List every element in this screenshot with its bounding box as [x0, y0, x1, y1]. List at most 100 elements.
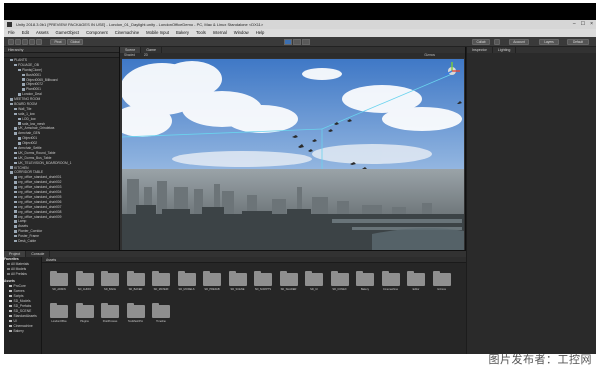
asset-folder-label: SD_MATERI	[153, 288, 169, 291]
menu-edit[interactable]: Edit	[22, 29, 29, 37]
asset-folder-tile[interactable]: SD_SCENE	[227, 269, 249, 297]
close-icon[interactable]: ×	[590, 21, 593, 28]
menu-assets[interactable]: Assets	[36, 29, 49, 37]
minimize-icon[interactable]: –	[573, 21, 576, 28]
gameobject-icon	[22, 73, 25, 77]
menu-gameobject[interactable]: GameObject	[56, 29, 80, 37]
layers-dropdown[interactable]: Layers	[539, 39, 559, 45]
menu-tools[interactable]: Tools	[196, 29, 206, 37]
unity-logo-icon	[7, 22, 12, 27]
menu-component[interactable]: Component	[86, 29, 108, 37]
move-tool-icon[interactable]	[15, 39, 21, 45]
asset-folder-tile[interactable]: SD_MATERI	[150, 269, 172, 297]
gameobject-icon	[14, 239, 17, 243]
asset-folder-tile[interactable]: Gizmos	[431, 269, 453, 297]
asset-folder-tile[interactable]: SD_ADMIN	[48, 269, 70, 297]
asset-folder-tile[interactable]: Editor	[405, 269, 427, 297]
asset-folder-tile[interactable]: SD_CONEX	[329, 269, 351, 297]
asset-folder-tile[interactable]: SD_MODELS	[176, 269, 198, 297]
menu-file[interactable]: File	[8, 29, 15, 37]
hierarchy-item[interactable]: Desk_Cable	[4, 239, 119, 244]
hierarchy-item-label: Object001	[22, 136, 38, 141]
asset-folder-label: LondonOffice	[51, 320, 67, 323]
menu-bakery[interactable]: Bakery	[176, 29, 189, 37]
window-title: Unity 2018.3.0b1 [PREVIEW PACKAGES IN US…	[16, 22, 264, 27]
folder-icon	[101, 271, 119, 286]
gameobject-icon	[18, 122, 21, 125]
gameobject-icon	[14, 210, 17, 214]
folder-icon	[126, 303, 145, 318]
folder-icon	[101, 303, 119, 318]
rect-tool-icon[interactable]	[36, 39, 42, 45]
maximize-icon[interactable]: ☐	[581, 21, 585, 28]
window-controls: – ☐ ×	[573, 21, 593, 28]
asset-folder-tile[interactable]: Cinemachine	[380, 269, 402, 297]
asset-folder-tile[interactable]: PostProcess	[99, 301, 121, 329]
hierarchy-item-label: Desk_Cable	[18, 238, 37, 243]
asset-folder-tile[interactable]: SD_SHADER	[278, 269, 300, 297]
layout-dropdown[interactable]: Default	[567, 39, 589, 45]
gameobject-icon	[22, 83, 25, 86]
2d-toggle[interactable]: 2D	[144, 53, 148, 57]
folder-tree-label: SD_Models	[13, 299, 31, 303]
folder-icon	[9, 324, 12, 328]
menu-window[interactable]: Window	[234, 29, 249, 37]
cloud-icon[interactable]	[494, 39, 500, 45]
menu-help[interactable]: Help	[256, 29, 265, 37]
gameobject-icon	[14, 230, 17, 233]
folder-tree-label: SD_SCENE	[13, 309, 32, 313]
asset-folder-label: SD_PREFAB	[204, 288, 220, 291]
pivot-toggle[interactable]: Pivot	[50, 39, 66, 45]
asset-folder-label: SD_ADMIN	[52, 288, 66, 291]
asset-folder-tile[interactable]: SD_PREFAB	[201, 269, 223, 297]
shading-mode-dropdown[interactable]: Shaded	[124, 53, 135, 57]
tab-inspector[interactable]: Inspector	[467, 47, 493, 53]
gameobject-icon	[14, 63, 17, 67]
account-dropdown[interactable]: Account	[509, 39, 529, 45]
gameobject-icon	[10, 102, 13, 106]
asset-breadcrumb[interactable]: Assets	[42, 257, 466, 263]
scene-viewport[interactable]	[122, 59, 464, 250]
hierarchy-item-label: crp_office_standard_chair003	[18, 185, 62, 190]
favorite-item[interactable]: All Prefabs	[4, 272, 41, 277]
asset-folder-label: SD_SHADER	[280, 288, 297, 291]
asset-folder-tile[interactable]: SD_BAKE	[99, 269, 121, 297]
hierarchy-item-label: Poster_Frame	[18, 234, 39, 239]
tab-lighting[interactable]: Lighting	[493, 47, 517, 53]
hierarchy-item-label: KITCHEN	[14, 165, 29, 170]
hierarchy-item-label: sofa_1_low	[18, 111, 35, 116]
step-button[interactable]	[302, 39, 310, 45]
folder-tree-label: Bakery	[13, 329, 24, 333]
folder-icon	[75, 303, 94, 318]
unity-editor-window: Unity 2018.3.0b1 [PREVIEW PACKAGES IN US…	[4, 20, 596, 355]
hierarchy-item-label: Armchair_GEN	[18, 131, 41, 136]
folder-tree-item[interactable]: Bakery	[4, 329, 41, 334]
gizmos-dropdown[interactable]: Gizmos	[424, 53, 435, 58]
asset-folder-tile[interactable]: SD_AUDIO	[74, 269, 96, 297]
menu-internal[interactable]: Internal	[213, 29, 227, 37]
asset-folder-tile[interactable]: LondonOffice	[48, 301, 70, 329]
asset-folder-tile[interactable]: SD_SCRIPTS	[252, 269, 274, 297]
folder-icon	[9, 284, 12, 288]
gameobject-icon	[14, 112, 17, 116]
asset-folder-tile[interactable]: Timeline	[150, 301, 172, 329]
asset-folder-tile[interactable]: TextMeshPro	[125, 301, 147, 329]
asset-folder-tile[interactable]: Bakery	[354, 269, 376, 297]
rotate-tool-icon[interactable]	[22, 39, 28, 45]
asset-folder-tile[interactable]: SD_BAKER	[125, 269, 147, 297]
asset-folder-tile[interactable]: SD_UI	[303, 269, 325, 297]
pause-button[interactable]	[293, 39, 301, 45]
global-toggle[interactable]: Global	[67, 39, 83, 45]
title-bar: Unity 2018.3.0b1 [PREVIEW PACKAGES IN US…	[4, 20, 596, 29]
gameobject-icon	[18, 137, 21, 140]
play-button[interactable]	[284, 39, 292, 45]
hand-tool-icon[interactable]	[8, 39, 14, 45]
asset-folder-label: Gizmos	[437, 288, 446, 291]
collab-dropdown[interactable]: Collab	[472, 39, 490, 45]
asset-folder-tile[interactable]: Plugins	[74, 301, 96, 329]
menu-mobile-input[interactable]: Mobile Input	[146, 29, 169, 37]
menu-cinemachine[interactable]: Cinemachine	[115, 29, 139, 37]
folder-icon	[9, 294, 12, 298]
folder-tree-label: ProCore	[13, 284, 26, 288]
scale-tool-icon[interactable]	[29, 39, 35, 45]
